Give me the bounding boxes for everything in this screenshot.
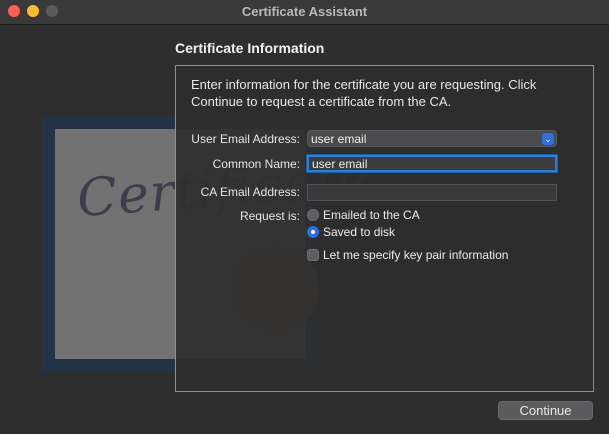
ca-email-label: CA Email Address: [200, 185, 300, 199]
window-title: Certificate Assistant [241, 4, 368, 19]
user-email-label: User Email Address: [191, 132, 300, 146]
chevron-updown-icon: ⌄ [542, 133, 554, 145]
emailed-to-ca-radio[interactable] [307, 209, 319, 221]
key-pair-checkbox[interactable] [307, 249, 319, 261]
request-is-label: Request is: [239, 209, 300, 223]
form-panel: Enter information for the certificate yo… [175, 65, 594, 392]
common-name-field[interactable] [307, 155, 557, 172]
intro-text: Enter information for the certificate yo… [191, 77, 537, 109]
common-name-label: Common Name: [212, 157, 300, 171]
saved-to-disk-label: Saved to disk [323, 225, 396, 239]
continue-button[interactable]: Continue [498, 401, 593, 420]
key-pair-label: Let me specify key pair information [323, 248, 509, 262]
window-content: Certificate Certificate Information Ente… [0, 25, 609, 434]
section-title: Certificate Information [175, 40, 325, 56]
user-email-value: user email [311, 132, 367, 146]
title-bar: Certificate Assistant [0, 0, 609, 25]
user-email-popup[interactable]: user email ⌄ [307, 130, 557, 147]
emailed-to-ca-label: Emailed to the CA [323, 208, 420, 222]
ca-email-field[interactable] [307, 184, 557, 201]
saved-to-disk-radio[interactable] [307, 226, 319, 238]
